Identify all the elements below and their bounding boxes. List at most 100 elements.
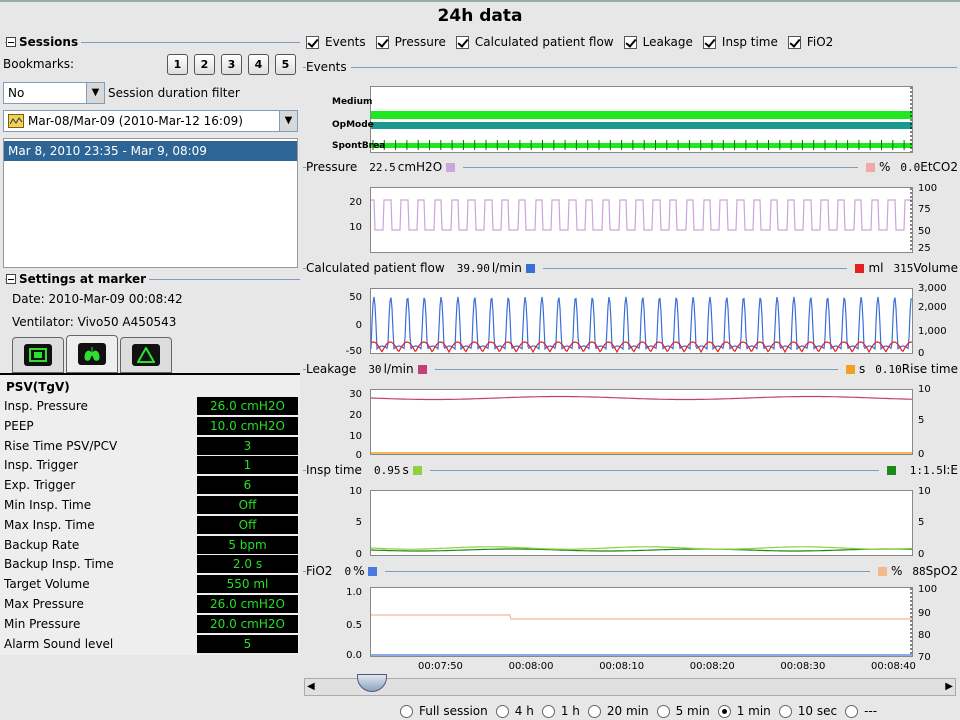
radio-icon[interactable] bbox=[495, 704, 509, 718]
checkbox-checked-icon[interactable] bbox=[702, 35, 716, 49]
y-tick-left: 50 bbox=[349, 292, 362, 303]
settings-header[interactable]: Settings at marker bbox=[6, 272, 150, 286]
collapse-icon[interactable] bbox=[6, 37, 16, 47]
radio-icon[interactable] bbox=[845, 704, 859, 718]
chevron-down-icon[interactable]: ▼ bbox=[86, 83, 104, 103]
insp-right-label: I:E bbox=[942, 463, 958, 477]
bookmark-button-2[interactable]: 2 bbox=[194, 54, 215, 75]
events-label: Events bbox=[306, 60, 351, 74]
event-band-medium bbox=[371, 111, 912, 119]
leakage-right-label: Rise time bbox=[901, 362, 958, 376]
param-label: Min Pressure bbox=[4, 616, 81, 631]
bookmark-button-4[interactable]: 4 bbox=[248, 54, 269, 75]
radio-icon[interactable] bbox=[400, 704, 413, 718]
flow-plot bbox=[370, 288, 913, 354]
toggle-fio2[interactable]: FiO2 bbox=[787, 35, 833, 49]
insp-header: Insp time 0.95 s bbox=[306, 463, 430, 477]
param-row: Insp. Trigger 1 bbox=[4, 456, 298, 475]
radio-icon[interactable] bbox=[541, 704, 555, 718]
time-scrollbar[interactable]: ◀ ▶ bbox=[304, 674, 956, 696]
checkbox-checked-icon[interactable] bbox=[787, 35, 801, 49]
sessions-header[interactable]: Sessions bbox=[6, 35, 82, 49]
chevron-down-icon[interactable]: ▼ bbox=[279, 111, 297, 131]
y-tick-right: 5 bbox=[918, 415, 925, 426]
y-tick-left: 20 bbox=[349, 410, 362, 421]
fio2-right-header: % 88 SpO2 bbox=[870, 564, 958, 578]
radio-selected-icon[interactable] bbox=[717, 704, 731, 718]
bookmark-button-3[interactable]: 3 bbox=[221, 54, 242, 75]
param-label: Backup Insp. Time bbox=[4, 557, 114, 572]
range-label: --- bbox=[864, 704, 878, 718]
param-label: Target Volume bbox=[4, 577, 90, 592]
leakage-series bbox=[371, 395, 912, 401]
checkbox-checked-icon[interactable] bbox=[455, 35, 469, 49]
toggle-label: Insp time bbox=[721, 35, 778, 49]
insp-label: Insp time bbox=[306, 463, 362, 477]
toggle-leakage[interactable]: Leakage bbox=[623, 35, 693, 49]
scroll-thumb[interactable] bbox=[357, 674, 387, 692]
settings-ventilator: Ventilator: Vivo50 A450543 bbox=[12, 315, 177, 329]
toggle-events[interactable]: Events bbox=[306, 35, 366, 49]
range-option-4-h[interactable]: 4 h bbox=[495, 704, 534, 718]
scroll-right-icon[interactable]: ▶ bbox=[945, 681, 953, 692]
color-swatch bbox=[446, 162, 456, 172]
range-option-1-h[interactable]: 1 h bbox=[541, 704, 580, 718]
fio2-header: FiO2 0% bbox=[306, 564, 386, 578]
left-panel: Sessions Bookmarks: 12345 No ▼ Session du… bbox=[0, 30, 300, 720]
range-option-5-min[interactable]: 5 min bbox=[656, 704, 710, 718]
range-option-Full-session[interactable]: Full session bbox=[400, 704, 488, 718]
y-tick-right: 80 bbox=[918, 630, 931, 641]
param-value: 5 bbox=[197, 634, 298, 653]
y-tick-right: 100 bbox=[918, 584, 938, 595]
ventilation-mode: PSV(TgV) bbox=[6, 380, 70, 394]
y-tick-left: 10 bbox=[349, 486, 362, 497]
event-row-label: OpMode bbox=[332, 120, 374, 130]
param-row: Alarm Sound level 5 bbox=[4, 634, 298, 654]
radio-icon[interactable] bbox=[778, 704, 792, 718]
y-tick-right: 0 bbox=[918, 449, 925, 460]
session-range-select[interactable]: Mar-08/Mar-09 (2010-Mar-12 16:09) ▼ bbox=[3, 110, 298, 132]
scroll-left-icon[interactable]: ◀ bbox=[307, 681, 315, 692]
color-swatch bbox=[525, 263, 535, 273]
insp-value: 0.95 bbox=[373, 463, 401, 477]
range-option----[interactable]: --- bbox=[845, 704, 877, 718]
param-row: Min Pressure 20.0 cmH2O bbox=[4, 614, 298, 634]
insp-right-header: 1:1.5 I:E bbox=[878, 463, 958, 477]
checkbox-checked-icon[interactable] bbox=[623, 35, 637, 49]
session-list[interactable]: Mar 8, 2010 23:35 - Mar 9, 08:09 bbox=[3, 138, 298, 268]
pressure-right-value: 0.0 bbox=[900, 160, 921, 174]
toggle-label: Calculated patient flow bbox=[474, 35, 614, 49]
toggle-insp-time[interactable]: Insp time bbox=[702, 35, 778, 49]
y-tick-left: -50 bbox=[345, 346, 362, 357]
pressure-right-header: % 0.0 EtCO2 bbox=[857, 160, 958, 174]
tab-alarms[interactable] bbox=[120, 337, 172, 373]
tab-monitor[interactable] bbox=[12, 337, 64, 373]
flow-series bbox=[370, 296, 913, 351]
range-option-1-min[interactable]: 1 min bbox=[717, 704, 771, 718]
bookmark-button-5[interactable]: 5 bbox=[275, 54, 296, 75]
tab-lungs[interactable] bbox=[66, 335, 118, 373]
insp-unit: s bbox=[402, 463, 409, 477]
toggle-pressure[interactable]: Pressure bbox=[375, 35, 446, 49]
y-tick-right: 10 bbox=[918, 486, 931, 497]
bookmark-button-1[interactable]: 1 bbox=[167, 54, 188, 75]
list-item[interactable]: Mar 8, 2010 23:35 - Mar 9, 08:09 bbox=[4, 141, 297, 161]
range-option-10-sec[interactable]: 10 sec bbox=[778, 704, 837, 718]
toggle-calculated-patient-flow[interactable]: Calculated patient flow bbox=[455, 35, 614, 49]
y-tick-right: 50 bbox=[918, 226, 931, 237]
radio-icon[interactable] bbox=[587, 704, 601, 718]
collapse-icon[interactable] bbox=[6, 274, 16, 284]
range-label: 1 h bbox=[560, 704, 580, 718]
param-row: Insp. Pressure 26.0 cmH2O bbox=[4, 397, 298, 416]
y-tick-left: 1.0 bbox=[346, 587, 362, 598]
time-range-radios: Full session 4 h 1 h 20 min 5 min 1 min 10 sec… bbox=[400, 704, 885, 718]
y-tick-left: 5 bbox=[355, 517, 362, 528]
duration-filter-select[interactable]: No ▼ bbox=[3, 82, 105, 104]
x-tick: 00:08:00 bbox=[508, 661, 554, 672]
leakage-header: Leakage 30 l/min bbox=[306, 362, 435, 376]
checkbox-checked-icon[interactable] bbox=[375, 35, 389, 49]
fio2-right-value: 88 bbox=[912, 564, 926, 578]
radio-icon[interactable] bbox=[656, 704, 670, 718]
checkbox-checked-icon[interactable] bbox=[306, 35, 319, 49]
range-option-20-min[interactable]: 20 min bbox=[587, 704, 649, 718]
